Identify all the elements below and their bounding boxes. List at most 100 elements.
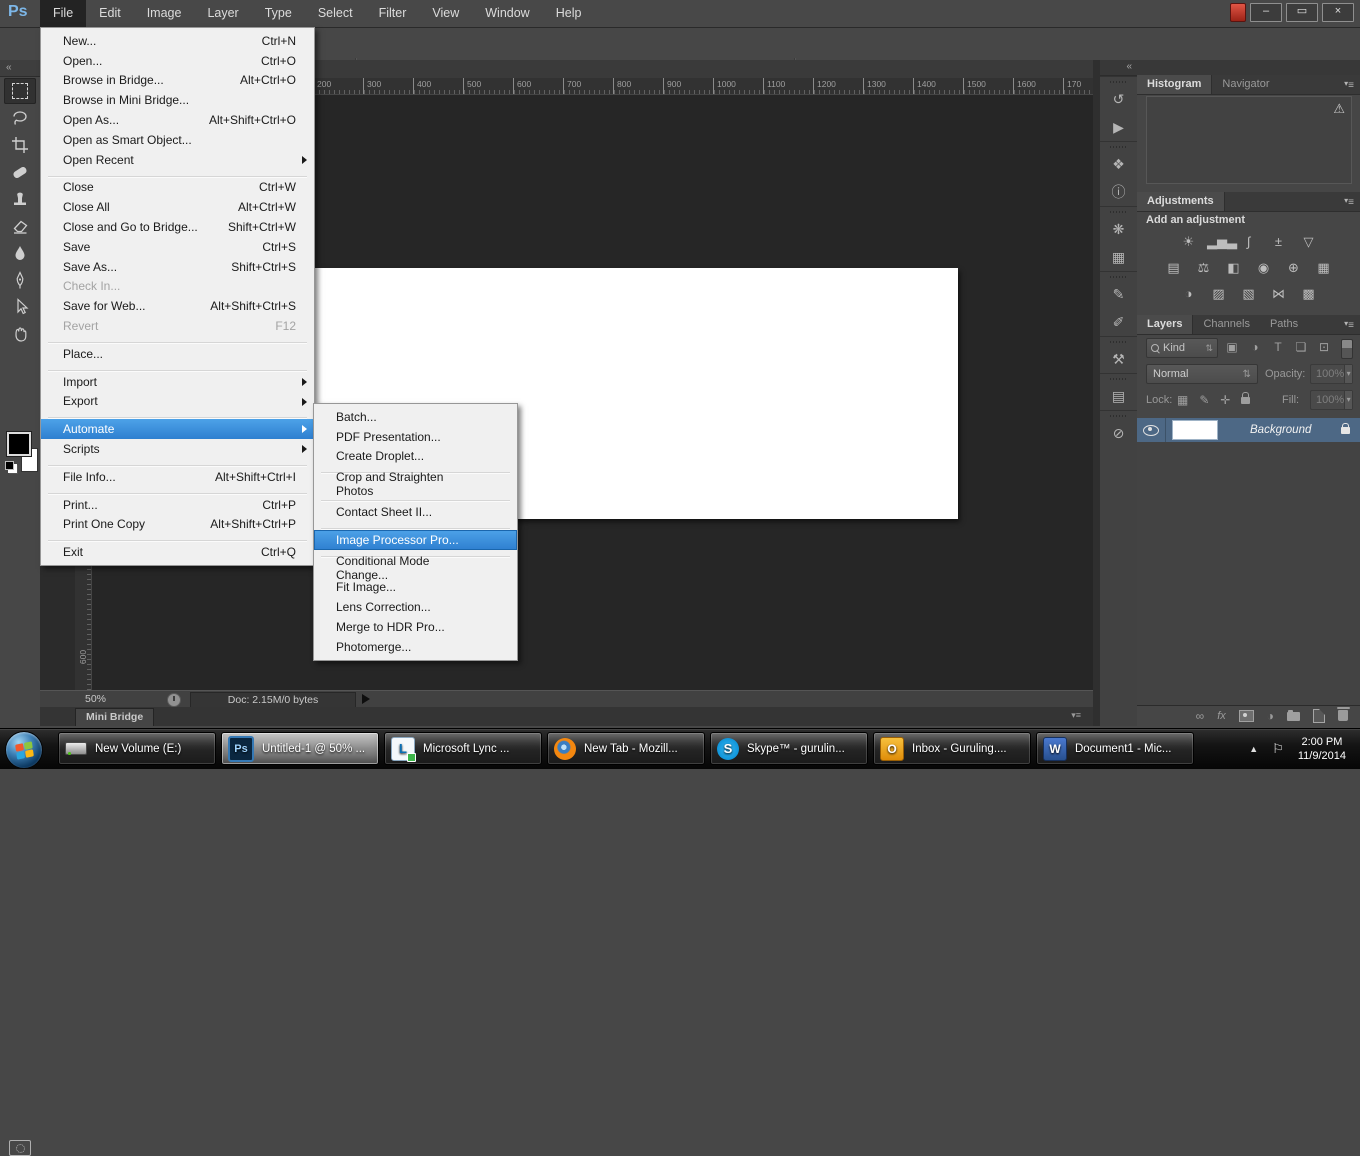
lock-transparency-icon[interactable]: ▦ xyxy=(1177,393,1188,407)
eraser-tool[interactable] xyxy=(4,213,36,239)
panel-menu-icon[interactable]: ▾≡ xyxy=(1071,710,1081,721)
menu-item[interactable]: Open Recent xyxy=(41,150,314,170)
actions-panel-icon[interactable]: ▶ xyxy=(1100,113,1137,141)
taskbar-button-photoshop[interactable]: Ps Untitled-1 @ 50% ... xyxy=(221,732,379,765)
opacity-field[interactable]: 100% ▾ xyxy=(1310,364,1353,384)
restore-button[interactable]: ▭ xyxy=(1286,3,1318,22)
color-lookup-icon[interactable]: ▦ xyxy=(1312,258,1335,277)
close-button[interactable]: × xyxy=(1322,3,1354,22)
taskbar-button-lync[interactable]: L Microsoft Lync ... xyxy=(384,732,542,765)
menu-item[interactable]: Close All Alt+Ctrl+W xyxy=(41,197,314,217)
menu-item[interactable]: Export xyxy=(41,392,314,412)
menu-item[interactable]: Image Processor Pro... xyxy=(314,530,517,550)
menu-item[interactable]: Save Ctrl+S xyxy=(41,237,314,257)
menubar-item[interactable]: Window xyxy=(472,0,542,27)
menu-item[interactable]: PDF Presentation... xyxy=(314,427,517,447)
levels-icon[interactable]: ▂▅▃ xyxy=(1207,232,1230,251)
brush-presets-panel-icon[interactable]: ✐ xyxy=(1100,308,1137,336)
invert-icon[interactable]: ◑ xyxy=(1177,284,1200,303)
menu-item[interactable]: Fit Image... xyxy=(314,578,517,598)
menubar-item[interactable]: Filter xyxy=(366,0,420,27)
panel-tab[interactable]: Paths xyxy=(1260,315,1308,334)
menubar-item[interactable]: File xyxy=(40,0,86,27)
panel-menu-icon[interactable]: ▾≡ xyxy=(1344,79,1354,91)
panel-tab[interactable]: Adjustments xyxy=(1137,192,1225,211)
menubar-item[interactable]: View xyxy=(419,0,472,27)
notes-panel-icon[interactable]: ⊘ xyxy=(1100,419,1137,447)
layer-filter-dropdown[interactable]: Kind ⇅ xyxy=(1146,338,1218,358)
menu-item[interactable]: Merge to HDR Pro... xyxy=(314,617,517,637)
menubar-item[interactable]: Help xyxy=(543,0,595,27)
lock-move-icon[interactable]: ✛ xyxy=(1220,393,1230,407)
default-colors-icon[interactable] xyxy=(5,461,14,470)
panel-tab[interactable]: Layers xyxy=(1137,315,1193,334)
menu-item[interactable]: Automate xyxy=(41,419,314,439)
lock-paint-icon[interactable]: ✎ xyxy=(1199,393,1209,407)
panel-menu-icon[interactable]: ▾≡ xyxy=(1344,196,1354,208)
filter-pixel-icon[interactable]: ▣ xyxy=(1225,340,1239,354)
document-size-indicator[interactable]: Doc: 2.15M/0 bytes xyxy=(190,692,356,708)
path-selection-tool[interactable] xyxy=(4,294,36,320)
menu-item[interactable]: Print One Copy Alt+Shift+Ctrl+P xyxy=(41,515,314,535)
menu-item[interactable]: Check In... xyxy=(41,277,314,297)
collapse-panels-button[interactable]: « xyxy=(1100,60,1137,76)
history-panel-icon[interactable]: ↺ xyxy=(1100,85,1137,113)
blur-tool[interactable] xyxy=(4,240,36,266)
menubar-item[interactable]: Edit xyxy=(86,0,134,27)
black-white-icon[interactable]: ◧ xyxy=(1222,258,1245,277)
vibrance-icon[interactable]: ▽ xyxy=(1297,232,1320,251)
menu-item[interactable]: Open as Smart Object... xyxy=(41,130,314,150)
status-menu-arrow-icon[interactable] xyxy=(362,694,370,704)
filter-shape-icon[interactable]: ❏ xyxy=(1294,340,1308,354)
hand-tool[interactable] xyxy=(4,321,36,347)
menubar-item[interactable]: Layer xyxy=(194,0,251,27)
threshold-icon[interactable]: ▧ xyxy=(1237,284,1260,303)
quick-mask-button[interactable] xyxy=(9,1140,31,1156)
swatches-panel-icon[interactable]: ▦ xyxy=(1100,243,1137,271)
rectangular-marquee-tool[interactable] xyxy=(4,78,36,104)
dock-divider[interactable] xyxy=(1093,60,1100,726)
menu-item[interactable]: Exit Ctrl+Q xyxy=(41,542,314,562)
new-layer-button[interactable] xyxy=(1313,709,1325,723)
taskbar-button-skype[interactable]: S Skype™ - gurulin... xyxy=(710,732,868,765)
menu-item[interactable]: Close and Go to Bridge... Shift+Ctrl+W xyxy=(41,217,314,237)
mini-bridge-tab[interactable]: Mini Bridge xyxy=(75,708,154,726)
menu-item[interactable]: Photomerge... xyxy=(314,637,517,657)
menu-item[interactable]: Browse in Mini Bridge... xyxy=(41,90,314,110)
foreground-color-swatch[interactable] xyxy=(7,432,31,456)
menu-item[interactable]: Revert F12 xyxy=(41,316,314,336)
warning-icon[interactable]: ⚠ xyxy=(1333,101,1345,117)
menu-item[interactable]: File Info... Alt+Shift+Ctrl+I xyxy=(41,467,314,487)
channel-mixer-icon[interactable]: ⊕ xyxy=(1282,258,1305,277)
crop-tool[interactable] xyxy=(4,132,36,158)
hue-saturation-icon[interactable]: ▤ xyxy=(1162,258,1185,277)
menu-item[interactable]: Close Ctrl+W xyxy=(41,178,314,198)
menu-item[interactable]: Open As... Alt+Shift+Ctrl+O xyxy=(41,110,314,130)
filter-adjustment-icon[interactable]: ◑ xyxy=(1248,340,1262,354)
menu-item[interactable]: Scripts xyxy=(41,439,314,459)
panel-tab[interactable]: Navigator xyxy=(1212,75,1279,94)
start-button[interactable] xyxy=(5,731,43,769)
libraries-panel-icon[interactable]: ▤ xyxy=(1100,382,1137,410)
delete-layer-button[interactable] xyxy=(1338,710,1348,721)
minimize-button[interactable]: – xyxy=(1250,3,1282,22)
filter-type-icon[interactable]: T xyxy=(1271,340,1285,354)
menu-item[interactable]: Save As... Shift+Ctrl+S xyxy=(41,257,314,277)
taskbar-button-outlook[interactable]: O Inbox - Guruling.... xyxy=(873,732,1031,765)
zoom-level-field[interactable]: 50% xyxy=(85,693,106,705)
properties-panel-icon[interactable]: ❖ xyxy=(1100,150,1137,178)
menu-item[interactable]: Contact Sheet II... xyxy=(314,502,517,522)
new-adjustment-layer-button[interactable]: ◑ xyxy=(1267,709,1274,723)
action-center-flag-icon[interactable]: ⚐ xyxy=(1272,741,1284,757)
panel-tab[interactable]: Channels xyxy=(1193,315,1259,334)
menu-item[interactable]: Crop and Straighten Photos xyxy=(314,474,517,494)
menu-item[interactable]: Create Droplet... xyxy=(314,447,517,467)
lock-all-icon[interactable] xyxy=(1241,397,1250,404)
spot-healing-brush-tool[interactable] xyxy=(4,159,36,185)
layer-visibility-toggle[interactable] xyxy=(1137,418,1166,442)
taskbar-button-firefox[interactable]: New Tab - Mozill... xyxy=(547,732,705,765)
taskbar-button-explorer[interactable]: New Volume (E:) xyxy=(58,732,216,765)
layer-row-background[interactable]: Background xyxy=(1137,418,1360,442)
panel-menu-icon[interactable]: ▾≡ xyxy=(1344,319,1354,331)
color-panel-icon[interactable]: ❋ xyxy=(1100,215,1137,243)
